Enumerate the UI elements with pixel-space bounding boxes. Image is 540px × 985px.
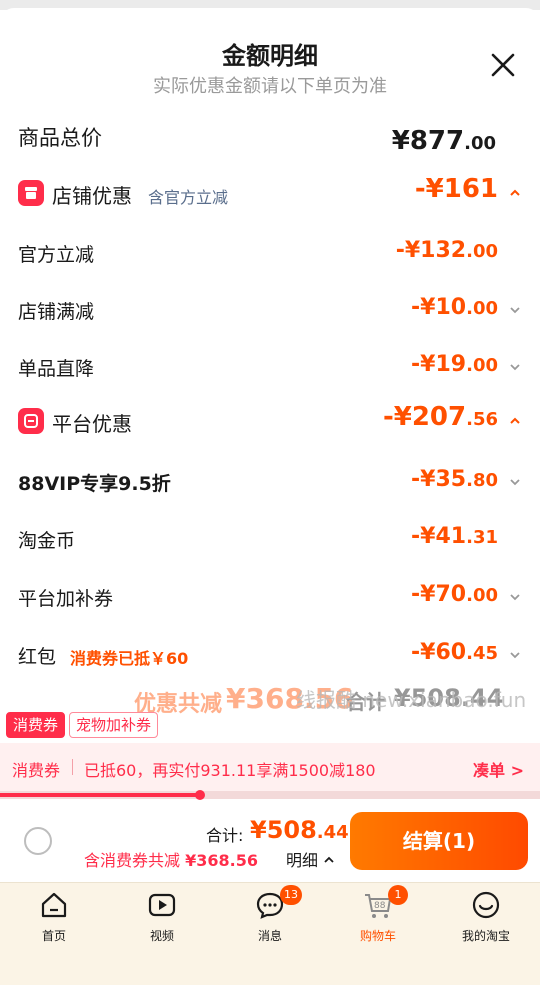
svg-text:88: 88 [374, 901, 386, 911]
tab-label: 我的淘宝 [461, 929, 510, 943]
redpacket-note: 消费券已抵￥60 [70, 649, 189, 668]
tab-label: 视频 [149, 929, 174, 943]
discount-amount: -¥60.45 [411, 640, 498, 665]
coupon-tags: 消费券 宠物加补券 [6, 712, 162, 738]
tab-video[interactable]: 视频 [108, 883, 216, 963]
detail-toggle[interactable]: 明细 [286, 847, 335, 871]
chevron-down-icon [510, 652, 520, 659]
watermark: 线报酷 new.xianbao.fun [296, 688, 527, 712]
tab-home[interactable]: 首页 [0, 883, 108, 963]
discount-label: 88VIP专享9.5折 [18, 473, 171, 495]
discount-row: 官方立减 -¥132.00 [0, 232, 540, 272]
discount-label: 红包 [18, 646, 57, 668]
discount-row[interactable]: 平台加补券 -¥70.00 [0, 576, 540, 616]
chevron-down-icon [510, 594, 520, 601]
discount-amount: -¥132.00 [395, 238, 498, 263]
discount-row[interactable]: 单品直降 -¥19.00 [0, 346, 540, 386]
tab-label: 购物车 [359, 929, 396, 943]
discount-row[interactable]: 88VIP专享9.5折 -¥35.80 [0, 461, 540, 501]
promo-label: 消费券 [12, 761, 61, 780]
chevron-down-icon [510, 364, 520, 371]
video-icon [148, 893, 176, 917]
discount-label: 单品直降 [18, 358, 95, 380]
chevron-down-icon [510, 479, 520, 486]
promo-divider [72, 759, 73, 775]
close-icon[interactable] [488, 50, 518, 80]
goods-total-row: 商品总价 ¥877.00 [0, 120, 540, 160]
tag-pet-coupon: 宠物加补券 [69, 712, 159, 738]
bottom-tab-bar: 首页 视频 13 消息 88 1 购物车 我的淘宝 [0, 882, 540, 985]
tab-cart[interactable]: 88 1 购物车 [324, 883, 432, 963]
tab-messages[interactable]: 13 消息 [216, 883, 324, 963]
promo-message: 已抵60，再实付931.11享满1500减180 [84, 761, 376, 780]
message-count-badge: 13 [280, 885, 302, 905]
tab-label: 首页 [41, 929, 66, 943]
checkout-bar: 合计: ¥508.44 含消费券共减 ¥368.56 明细 结算(1) [0, 800, 540, 882]
sum-amount: ¥508.44 [250, 816, 349, 844]
shop-discount-note: 含官方立减 [148, 188, 229, 207]
discount-amount: -¥10.00 [411, 295, 498, 320]
platform-discount-header[interactable]: 平台优惠 -¥207.56 [0, 400, 540, 440]
coupon-promo-bar[interactable]: 消费券 已抵60，再实付931.11享满1500减180 凑单 > [0, 743, 540, 791]
coupon-icon [18, 408, 44, 434]
goods-total-amount: ¥877.00 [391, 126, 496, 156]
sum-label: 合计: [206, 826, 244, 845]
tab-label: 消息 [257, 929, 282, 943]
shop-discount-label: 店铺优惠 [52, 184, 132, 208]
shop-discount-header[interactable]: 店铺优惠 含官方立减 -¥161 [0, 172, 540, 212]
sheet-subtitle: 实际优惠金额请以下单页为准 [153, 76, 387, 97]
discount-label: 官方立减 [18, 244, 95, 266]
discount-amount: -¥41.31 [411, 524, 498, 549]
progress-knob [194, 790, 205, 800]
tab-my-taobao[interactable]: 我的淘宝 [432, 883, 540, 963]
select-all-radio[interactable] [24, 827, 52, 855]
checkout-button[interactable]: 结算(1) [350, 812, 528, 870]
chevron-down-icon [510, 307, 520, 314]
platform-discount-label: 平台优惠 [52, 412, 132, 436]
chevron-up-icon [510, 417, 520, 424]
total-discount-line: 含消费券共减 ¥368.56 [84, 851, 258, 870]
discount-amount: -¥35.80 [411, 467, 498, 492]
home-icon [41, 892, 67, 918]
discount-row: 淘金币 -¥41.31 [0, 518, 540, 558]
progress-fill [0, 793, 200, 797]
discount-amount: -¥19.00 [411, 352, 498, 377]
chevron-up-icon [510, 189, 520, 196]
discount-label: 平台加补券 [18, 588, 114, 610]
tag-consumption-coupon: 消费券 [6, 712, 66, 738]
cart-count-badge: 1 [388, 885, 408, 905]
chevron-up-icon [324, 856, 334, 863]
shop-discount-amount: -¥161 [414, 174, 498, 204]
discount-row[interactable]: 店铺满减 -¥10.00 [0, 289, 540, 329]
discount-label: 淘金币 [18, 530, 76, 552]
sheet-title: 金额明细 [222, 42, 318, 70]
platform-discount-amount: -¥207.56 [382, 402, 498, 432]
profile-icon [472, 891, 500, 919]
add-items-link[interactable]: 凑单 > [473, 757, 524, 781]
shop-icon [18, 180, 44, 206]
promo-progress-bar [0, 790, 540, 800]
discount-label: 店铺满减 [18, 301, 95, 323]
discount-amount: -¥70.00 [411, 582, 498, 607]
goods-total-label: 商品总价 [18, 126, 102, 150]
discount-row[interactable]: 红包 消费券已抵￥60 -¥60.45 [0, 634, 540, 674]
